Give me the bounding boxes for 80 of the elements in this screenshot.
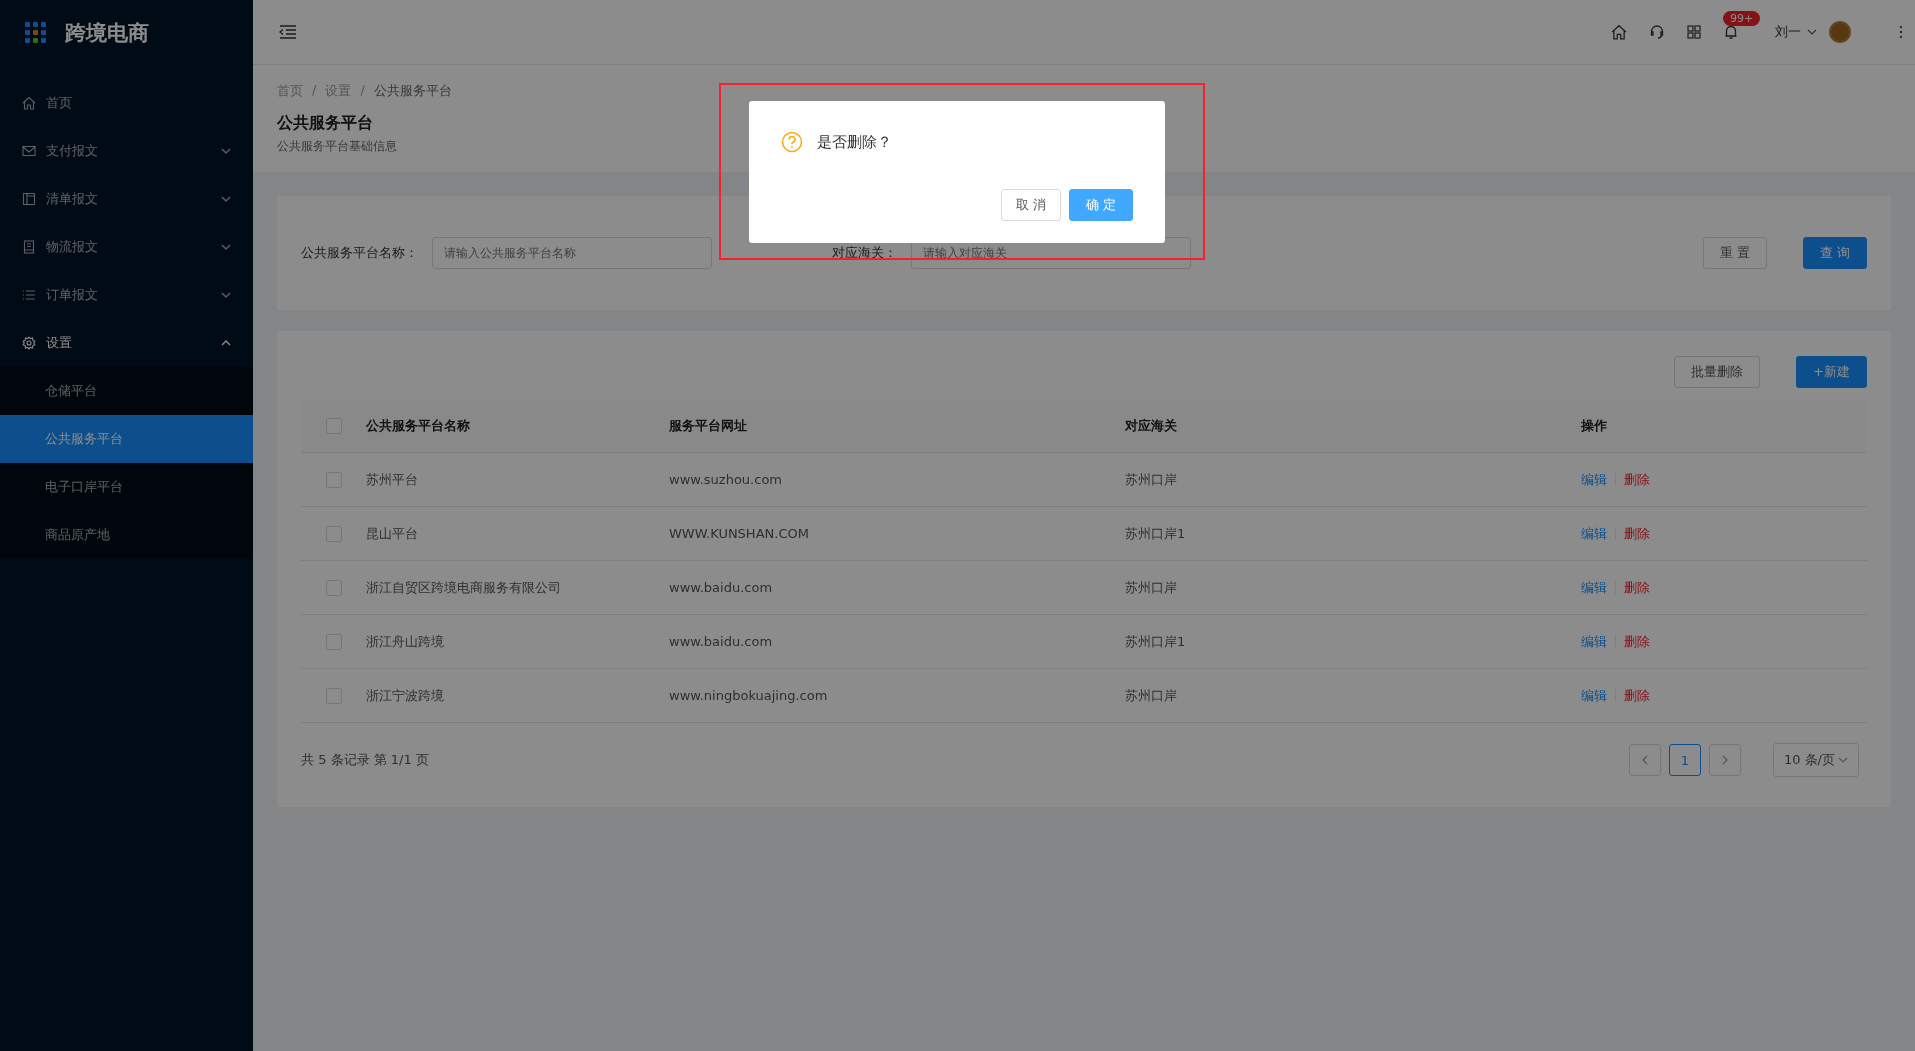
bell-icon[interactable] bbox=[1723, 24, 1739, 40]
avatar[interactable] bbox=[1829, 21, 1851, 43]
submenu-item[interactable]: 电子口岸平台 bbox=[0, 463, 253, 511]
table-cell: 昆山平台 bbox=[366, 525, 418, 541]
table-cell: 浙江自贸区跨境电商服务有限公司 bbox=[366, 579, 561, 595]
menu-label: 清单报文 bbox=[46, 190, 99, 208]
menu-label: 支付报文 bbox=[46, 142, 99, 160]
breadcrumb-link[interactable]: 公共服务平台 bbox=[373, 82, 452, 100]
user-name[interactable]: 刘一 bbox=[1775, 23, 1801, 41]
question-icon bbox=[781, 131, 803, 153]
submenu-item[interactable]: 仓储平台 bbox=[0, 367, 253, 415]
sidebar-item[interactable]: 物流报文 bbox=[0, 223, 253, 271]
delete-link[interactable]: 删除 bbox=[1624, 470, 1650, 489]
sidebar-item[interactable]: 订单报文 bbox=[0, 271, 253, 319]
submenu-item[interactable]: 商品原产地 bbox=[0, 511, 253, 559]
column-header: 公共服务平台名称 bbox=[366, 418, 470, 433]
batch-delete-button[interactable]: 批量删除 bbox=[1674, 356, 1761, 388]
menu-label: 订单报文 bbox=[46, 286, 99, 304]
delete-link[interactable]: 删除 bbox=[1624, 524, 1650, 543]
column-header: 操作 bbox=[1581, 418, 1607, 433]
edit-link[interactable]: 编辑 bbox=[1581, 524, 1607, 543]
home-icon[interactable] bbox=[1611, 24, 1627, 40]
table-cell: 苏州口岸 bbox=[1125, 579, 1177, 595]
table-cell: www.suzhou.com bbox=[669, 472, 782, 487]
query-button[interactable]: 查 询 bbox=[1802, 237, 1867, 269]
sidebar-item[interactable]: 设置 bbox=[0, 319, 253, 367]
menu-label: 物流报文 bbox=[46, 238, 99, 256]
sidebar-item[interactable]: 清单报文 bbox=[0, 175, 253, 223]
table-cell: www.baidu.com bbox=[669, 634, 773, 649]
cancel-button[interactable]: 取 消 bbox=[1000, 189, 1061, 221]
column-header: 服务平台网址 bbox=[669, 418, 747, 433]
menu-fold-icon[interactable] bbox=[279, 25, 297, 39]
sidebar-item[interactable]: 首页 bbox=[0, 79, 253, 127]
confirm-button[interactable]: 确 定 bbox=[1068, 189, 1133, 221]
chevron-right-icon bbox=[1721, 755, 1728, 765]
edit-link[interactable]: 编辑 bbox=[1581, 470, 1607, 489]
settings-icon bbox=[22, 336, 36, 350]
table-cell: 浙江舟山跨境 bbox=[366, 633, 444, 649]
edit-link[interactable]: 编辑 bbox=[1581, 686, 1607, 705]
grid-icon[interactable] bbox=[1687, 25, 1701, 39]
dialog-message: 是否删除？ bbox=[817, 132, 892, 152]
table-cell: 苏州平台 bbox=[366, 471, 418, 487]
chevron-up-icon bbox=[221, 340, 231, 346]
table-cell: 苏州口岸 bbox=[1125, 471, 1177, 487]
sidebar-item[interactable]: 支付报文 bbox=[0, 127, 253, 175]
breadcrumb-separator: / bbox=[312, 82, 317, 99]
create-button[interactable]: +新建 bbox=[1796, 356, 1867, 388]
filter-input[interactable]: 请输入公共服务平台名称 bbox=[432, 237, 712, 269]
table-cell: 苏州口岸1 bbox=[1125, 525, 1186, 541]
submenu-item[interactable]: 公共服务平台 bbox=[0, 415, 253, 463]
delete-link[interactable]: 删除 bbox=[1624, 686, 1650, 705]
edit-link[interactable]: 编辑 bbox=[1581, 632, 1607, 651]
app-title: 跨境电商 bbox=[65, 19, 149, 47]
grid-logo-icon bbox=[25, 21, 47, 44]
chevron-left-icon bbox=[1641, 755, 1648, 765]
menu-label: 设置 bbox=[46, 334, 73, 352]
page-size-select[interactable]: 10 条/页 bbox=[1772, 743, 1859, 777]
column-header: 对应海关 bbox=[1125, 418, 1177, 433]
breadcrumb-separator: / bbox=[360, 82, 365, 99]
page-button[interactable]: 1 bbox=[1668, 744, 1701, 776]
page-title: 公共服务平台 bbox=[277, 113, 373, 134]
table-cell: www.ningbokuajing.com bbox=[669, 688, 828, 703]
caret-icon[interactable] bbox=[1807, 29, 1817, 35]
caret-icon bbox=[1838, 757, 1848, 763]
more-icon[interactable] bbox=[1899, 25, 1903, 39]
table-cell: www.baidu.com bbox=[669, 580, 773, 595]
table-cell: 浙江宁波跨境 bbox=[366, 687, 444, 703]
filter-label: 公共服务平台名称： bbox=[301, 244, 418, 262]
notification-badge: 99+ bbox=[1723, 11, 1761, 26]
table-cell: 苏州口岸1 bbox=[1125, 633, 1186, 649]
delete-link[interactable]: 删除 bbox=[1624, 578, 1650, 597]
headset-icon[interactable] bbox=[1649, 24, 1665, 40]
table-cell: WWW.KUNSHAN.COM bbox=[669, 526, 809, 541]
edit-link[interactable]: 编辑 bbox=[1581, 578, 1607, 597]
reset-button[interactable]: 重 置 bbox=[1702, 237, 1767, 269]
delete-link[interactable]: 删除 bbox=[1624, 632, 1650, 651]
record-summary: 共 5 条记录 第 1/1 页 bbox=[301, 751, 429, 769]
menu-label: 首页 bbox=[46, 94, 73, 112]
table-cell: 苏州口岸 bbox=[1125, 687, 1177, 703]
page-subtitle: 公共服务平台基础信息 bbox=[277, 138, 397, 155]
